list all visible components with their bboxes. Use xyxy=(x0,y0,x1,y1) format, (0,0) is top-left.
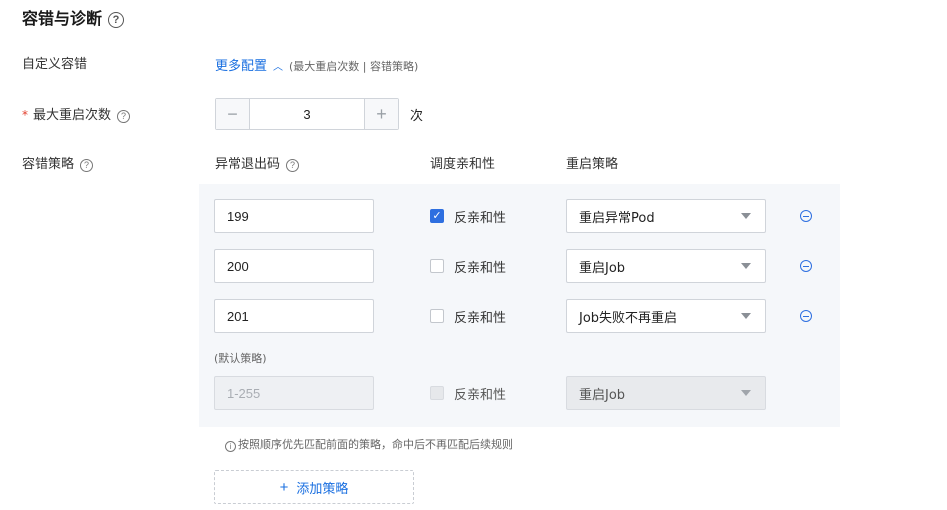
default-restart-policy-value: 重启Job xyxy=(579,387,626,403)
max-restarts-stepper: − + xyxy=(215,98,399,130)
max-restarts-label: 最大重启次数 xyxy=(33,108,112,123)
caret-down-icon xyxy=(741,263,751,269)
checkbox-icon[interactable] xyxy=(430,309,444,323)
more-config-link[interactable]: 更多配置 xyxy=(215,59,267,74)
checkbox-checked-icon[interactable]: ✓ xyxy=(430,209,444,223)
decrement-button[interactable]: − xyxy=(216,99,250,129)
default-anti-affinity-checkbox: 反亲和性 xyxy=(430,384,507,403)
more-config-toggle[interactable]: 更多配置 ︿ (最大重启次数 | 容错策略) xyxy=(215,56,418,77)
anti-affinity-checkbox[interactable]: ✓ 反亲和性 xyxy=(430,207,507,226)
remove-circle-icon[interactable] xyxy=(800,260,812,272)
policy-hint-text: 按照顺序优先匹配前面的策略，命中后不再匹配后续规则 xyxy=(238,438,513,451)
question-circle-icon[interactable]: ? xyxy=(108,12,125,28)
increment-button[interactable]: + xyxy=(364,99,398,129)
exit-code-input[interactable] xyxy=(214,299,374,333)
section-title-text: 容错与诊断 xyxy=(22,9,103,28)
add-policy-label: 添加策略 xyxy=(296,481,349,497)
max-restarts-label-row: * 最大重启次数? xyxy=(22,106,131,125)
column-header-affinity: 调度亲和性 xyxy=(430,157,496,172)
anti-affinity-checkbox[interactable]: 反亲和性 xyxy=(430,307,507,326)
caret-down-icon xyxy=(741,313,751,319)
policy-label-row: 容错策略? xyxy=(22,156,94,174)
section-title: 容错与诊断? xyxy=(22,8,125,30)
default-policy-label: (默认策略) xyxy=(214,352,267,365)
restart-policy-select[interactable]: Job失败不再重启 xyxy=(566,299,766,333)
caret-down-icon xyxy=(741,390,751,396)
anti-affinity-label: 反亲和性 xyxy=(454,260,507,276)
question-circle-icon[interactable]: ? xyxy=(80,159,94,172)
restart-policy-value: 重启Job xyxy=(579,260,626,276)
more-config-hint: (最大重启次数 | 容错策略) xyxy=(289,60,419,73)
restart-policy-select[interactable]: 重启异常Pod xyxy=(566,199,766,233)
plus-icon: + xyxy=(279,478,289,496)
exit-code-input[interactable] xyxy=(214,199,374,233)
anti-affinity-label: 反亲和性 xyxy=(454,310,507,326)
restart-policy-value: 重启异常Pod xyxy=(579,210,655,226)
caret-down-icon xyxy=(741,213,751,219)
question-circle-icon[interactable]: ? xyxy=(117,110,131,123)
default-exit-code-input xyxy=(214,376,374,410)
required-mark: * xyxy=(22,108,28,122)
column-header-restart-policy: 重启策略 xyxy=(566,157,619,172)
restart-policy-select[interactable]: 重启Job xyxy=(566,249,766,283)
anti-affinity-checkbox[interactable]: 反亲和性 xyxy=(430,257,507,276)
anti-affinity-label: 反亲和性 xyxy=(454,210,507,226)
policy-label: 容错策略 xyxy=(22,157,75,172)
exit-code-input[interactable] xyxy=(214,249,374,283)
chevron-up-icon[interactable]: ︿ xyxy=(273,62,283,73)
anti-affinity-label: 反亲和性 xyxy=(454,387,507,403)
policy-hint: i 按照顺序优先匹配前面的策略，命中后不再匹配后续规则 xyxy=(225,436,513,452)
default-restart-policy-select: 重启Job xyxy=(566,376,766,410)
remove-circle-icon[interactable] xyxy=(800,310,812,322)
column-header-exit-code: 异常退出码? xyxy=(215,156,300,174)
question-circle-icon[interactable]: ? xyxy=(286,159,300,172)
max-restarts-input[interactable] xyxy=(250,99,364,129)
add-policy-button[interactable]: + 添加策略 xyxy=(214,470,414,504)
info-icon: i xyxy=(225,441,236,452)
custom-fault-tolerance-label: 自定义容错 xyxy=(22,57,88,72)
remove-circle-icon[interactable] xyxy=(800,210,812,222)
column-header-exit-code-text: 异常退出码 xyxy=(215,157,281,172)
checkbox-icon[interactable] xyxy=(430,259,444,273)
max-restarts-unit: 次 xyxy=(410,109,424,124)
restart-policy-value: Job失败不再重启 xyxy=(579,310,678,326)
checkbox-disabled-icon xyxy=(430,386,444,400)
